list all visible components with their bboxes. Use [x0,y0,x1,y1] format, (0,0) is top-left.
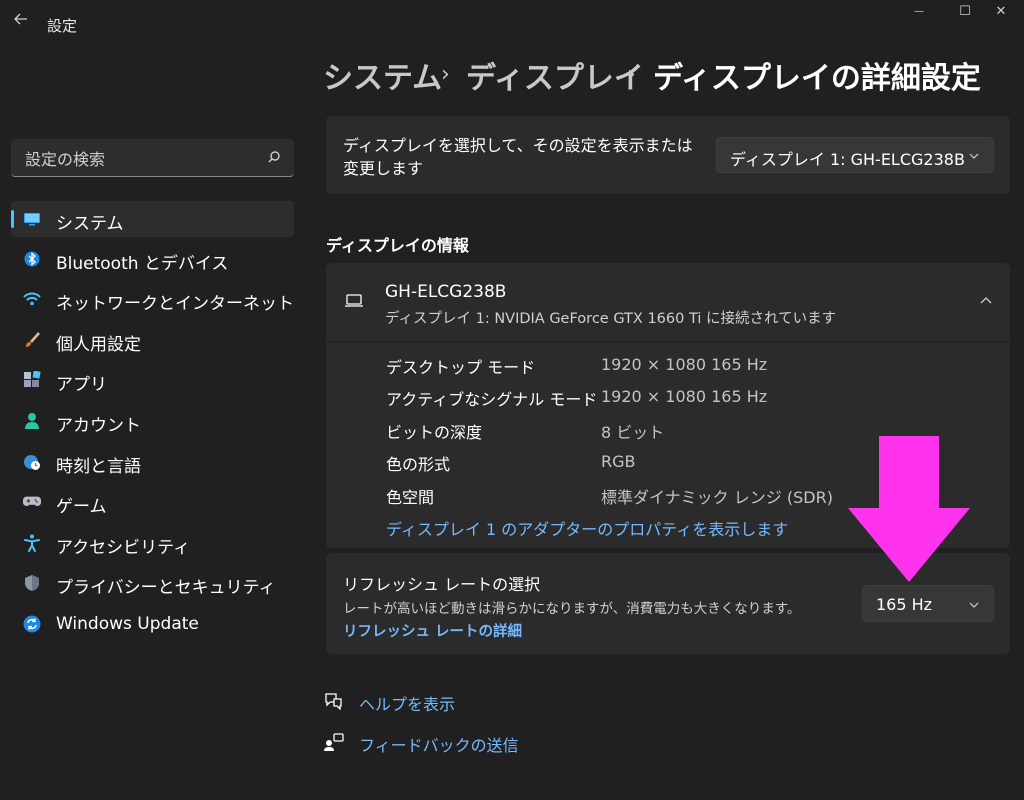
shield-icon [23,574,41,592]
sidebar-item-accounts[interactable]: アカウント [11,403,294,439]
sidebar-item-label: 時刻と言語 [56,457,141,477]
chevron-down-icon [969,153,979,159]
gamepad-icon [23,493,41,511]
info-row-value: 8 ビット [601,423,665,442]
sidebar-item-bluetooth[interactable]: Bluetooth とデバイス [11,241,294,277]
active-indicator [11,210,14,228]
sidebar-item-windows-update[interactable]: Windows Update [11,606,294,642]
sidebar-item-network[interactable]: ネットワークとインターネット [11,281,294,317]
feedback-link[interactable]: フィードバックの送信 [324,730,544,756]
minimize-button[interactable]: — [896,0,942,22]
close-icon: ✕ [995,3,1007,19]
wifi-icon [23,290,41,308]
search-icon [268,151,280,163]
breadcrumb-separator-icon: › [441,62,450,87]
app-title: 設定 [47,17,78,35]
sidebar-item-label: 個人用設定 [56,335,141,355]
search-input[interactable] [23,145,267,173]
page-title: ディスプレイの詳細設定 [653,61,981,96]
refresh-rate-dropdown[interactable]: 165 Hz [862,585,994,622]
info-row-value: 1920 × 1080 165 Hz [601,387,768,406]
info-row-value: 1920 × 1080 165 Hz [601,355,768,374]
sidebar-item-label: Windows Update [56,614,199,634]
search-box[interactable] [11,139,294,177]
back-button[interactable] [10,10,32,28]
chevron-up-icon[interactable] [980,296,992,306]
annotation-arrow-down-icon [848,436,970,582]
apps-icon [23,371,41,389]
sidebar-item-label: アクセシビリティ [56,538,191,558]
refresh-rate-details-link[interactable]: リフレッシュ レートの詳細 [343,620,522,641]
accessibility-icon [23,534,41,552]
display-info-header[interactable]: GH-ELCG238B ディスプレイ 1: NVIDIA GeForce GTX… [326,263,1010,342]
sidebar-item-label: ネットワークとインターネット [56,294,294,314]
sidebar-item-label: システム [56,214,124,234]
sidebar-item-label: アカウント [56,416,141,436]
display-select-value: ディスプレイ 1: GH-ELCG238B [730,150,965,169]
maximize-icon: ☐ [959,3,971,19]
sidebar-item-privacy[interactable]: プライバシーとセキュリティ [11,565,294,601]
info-row-label: 色空間 [386,488,435,507]
adapter-properties-link[interactable]: ディスプレイ 1 のアダプターのプロパティを表示します [386,516,788,540]
display-select-description: ディスプレイを選択して、その設定を表示または 変更します [343,134,693,180]
display-select-line-2: 変更します [343,159,424,178]
sidebar-item-label: アプリ [56,375,107,395]
update-icon [23,615,41,633]
close-button[interactable]: ✕ [978,0,1024,22]
chevron-down-icon [969,602,979,608]
refresh-rate-title: リフレッシュ レートの選択 [343,575,541,594]
help-icon [325,693,342,710]
monitor-name: GH-ELCG238B [385,282,507,302]
display-select-card: ディスプレイを選択して、その設定を表示または 変更します ディスプレイ 1: G… [326,116,1010,194]
monitor-connection: ディスプレイ 1: NVIDIA GeForce GTX 1660 Ti に接続… [385,311,837,327]
sidebar-item-label: Bluetooth とデバイス [56,254,229,274]
brush-icon [23,331,41,349]
breadcrumb-item-display[interactable]: ディスプレイ [466,53,644,97]
info-row-label: ビットの深度 [386,423,483,442]
sidebar-item-apps[interactable]: アプリ [11,362,294,398]
refresh-rate-value: 165 Hz [876,595,933,614]
back-arrow-icon [14,13,27,25]
sidebar-item-time-language[interactable]: 時刻と言語 [11,444,294,480]
breadcrumb-separator-icon: › [627,62,636,87]
sidebar-item-label: プライバシーとセキュリティ [56,578,276,598]
info-row-label: デスクトップ モード [386,358,536,377]
info-row-label: アクティブなシグナル モード [386,390,598,409]
sidebar-item-accessibility[interactable]: アクセシビリティ [11,525,294,561]
bluetooth-icon [23,250,41,268]
sidebar-item-personalization[interactable]: 個人用設定 [11,322,294,358]
breadcrumb-item-system[interactable]: システム [323,53,442,97]
display-select-dropdown[interactable]: ディスプレイ 1: GH-ELCG238B [716,137,994,173]
laptop-icon [345,294,363,307]
info-row-value: RGB [601,452,636,471]
globe-clock-icon [23,453,41,471]
monitor-icon [23,210,41,228]
sidebar-item-system[interactable]: システム [11,201,294,237]
refresh-rate-description: レートが高いほど動きは滑らかになりますが、消費電力も大きくなります。 [343,601,801,617]
feedback-link-label: フィードバックの送信 [359,736,519,755]
feedback-icon [324,733,344,751]
minimize-icon: — [914,5,924,17]
help-link[interactable]: ヘルプを表示 [324,689,524,715]
account-icon [23,412,41,430]
info-row-label: 色の形式 [386,455,451,474]
sidebar-item-gaming[interactable]: ゲーム [11,484,294,520]
section-title-display-info: ディスプレイの情報 [326,236,469,255]
display-select-line-1: ディスプレイを選択して、その設定を表示または [343,136,693,155]
help-link-label: ヘルプを表示 [359,695,456,714]
sidebar-item-label: ゲーム [56,497,107,517]
info-row-value: 標準ダイナミック レンジ (SDR) [601,488,833,507]
